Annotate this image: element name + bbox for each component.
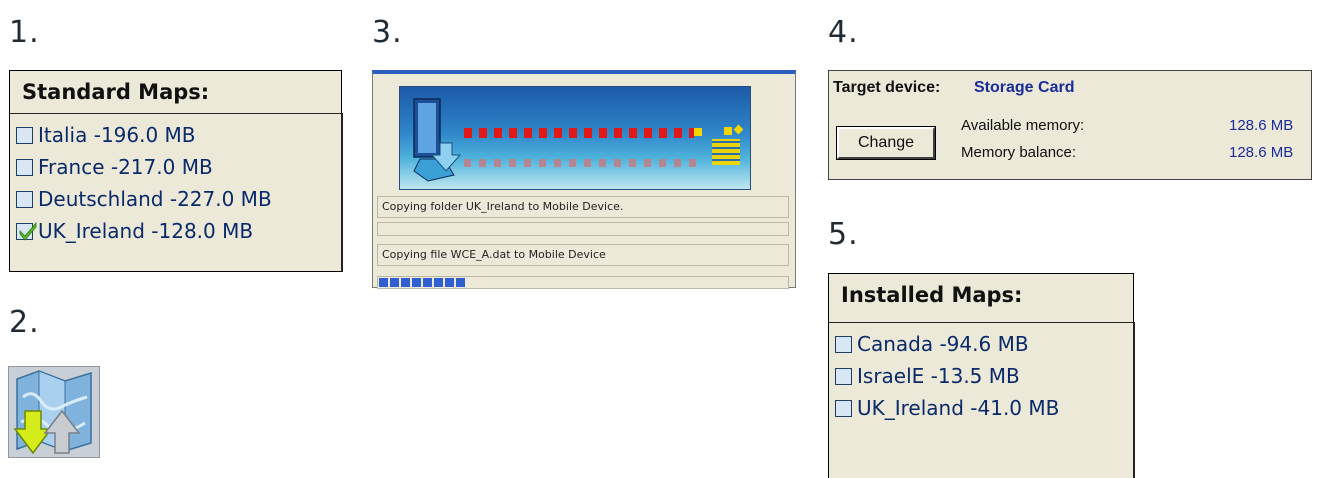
copy-progress-dialog: Copying folder UK_Ireland to Mobile Devi…: [372, 70, 796, 289]
step-number-5: 5.: [828, 217, 859, 252]
storage-grid-top: [724, 127, 732, 135]
target-device-panel: Target device: Storage Card Change Avail…: [828, 70, 1312, 180]
checkbox[interactable]: [16, 190, 33, 208]
available-memory-value: 128.6 MB: [1229, 117, 1294, 134]
checkbox[interactable]: [835, 367, 852, 385]
installed-maps-list: Canada -94.6 MB IsraelE -13.5 MB UK_Irel…: [829, 322, 1135, 478]
map-item-label: UK_Ireland -128.0 MB: [38, 219, 254, 243]
device-icon: [413, 98, 462, 182]
storage-grid-diamond: [733, 124, 744, 135]
map-item-uk-ireland[interactable]: UK_Ireland -128.0 MB: [10, 215, 341, 247]
map-item-deutschland[interactable]: Deutschland -227.0 MB: [10, 183, 341, 215]
map-item-label: IsraelE -13.5 MB: [857, 364, 1020, 388]
memory-balance-value: 128.6 MB: [1229, 144, 1294, 161]
folded-map-icon: [13, 370, 92, 455]
map-item-label: Italia -196.0 MB: [38, 123, 196, 147]
step-number-2: 2.: [9, 305, 40, 340]
map-item-label: France -217.0 MB: [38, 155, 213, 179]
map-item-label: Deutschland -227.0 MB: [38, 187, 272, 211]
storage-grid-icon: [712, 139, 740, 165]
transfer-dot-current: [694, 128, 702, 136]
standard-maps-title: Standard Maps:: [22, 80, 210, 104]
checkbox[interactable]: [16, 126, 33, 144]
transfer-dots-active: [464, 128, 694, 138]
copy-progress-fill: [379, 278, 465, 287]
checkbox-checked[interactable]: [16, 221, 37, 241]
map-item-france[interactable]: France -217.0 MB: [10, 151, 341, 183]
transfer-dots-pending: [464, 159, 704, 167]
memory-balance-label: Memory balance:: [961, 144, 1077, 161]
available-memory-label: Available memory:: [961, 117, 1085, 134]
status-spacer: [377, 222, 789, 236]
copy-animation-banner: [399, 86, 751, 190]
change-button[interactable]: Change: [836, 126, 936, 160]
checkbox[interactable]: [835, 335, 852, 353]
target-device-label: Target device:: [833, 79, 941, 96]
standard-maps-panel: Standard Maps: Italia -196.0 MB France -…: [9, 70, 343, 272]
step-number-3: 3.: [372, 15, 403, 50]
installed-maps-title: Installed Maps:: [841, 283, 1023, 307]
target-device-value[interactable]: Storage Card: [974, 79, 1074, 97]
map-item-uk-ireland[interactable]: UK_Ireland -41.0 MB: [829, 392, 1133, 424]
step-number-1: 1.: [9, 15, 40, 50]
map-item-israele[interactable]: IsraelE -13.5 MB: [829, 360, 1133, 392]
installed-maps-panel: Installed Maps: Canada -94.6 MB IsraelE …: [828, 273, 1135, 478]
map-item-canada[interactable]: Canada -94.6 MB: [829, 328, 1133, 360]
map-item-label: Canada -94.6 MB: [857, 332, 1029, 356]
folder-status-text: Copying folder UK_Ireland to Mobile Devi…: [377, 196, 789, 218]
checkbox[interactable]: [16, 158, 33, 176]
checkmark-icon: [19, 221, 37, 241]
copy-progress-bar: [377, 276, 789, 289]
map-transfer-icon[interactable]: [8, 366, 100, 458]
map-item-italia[interactable]: Italia -196.0 MB: [10, 119, 341, 151]
checkbox[interactable]: [835, 399, 852, 417]
file-status-text: Copying file WCE_A.dat to Mobile Device: [377, 244, 789, 266]
standard-maps-list: Italia -196.0 MB France -217.0 MB Deutsc…: [10, 113, 343, 272]
map-item-label: UK_Ireland -41.0 MB: [857, 396, 1060, 420]
step-number-4: 4.: [828, 15, 859, 50]
